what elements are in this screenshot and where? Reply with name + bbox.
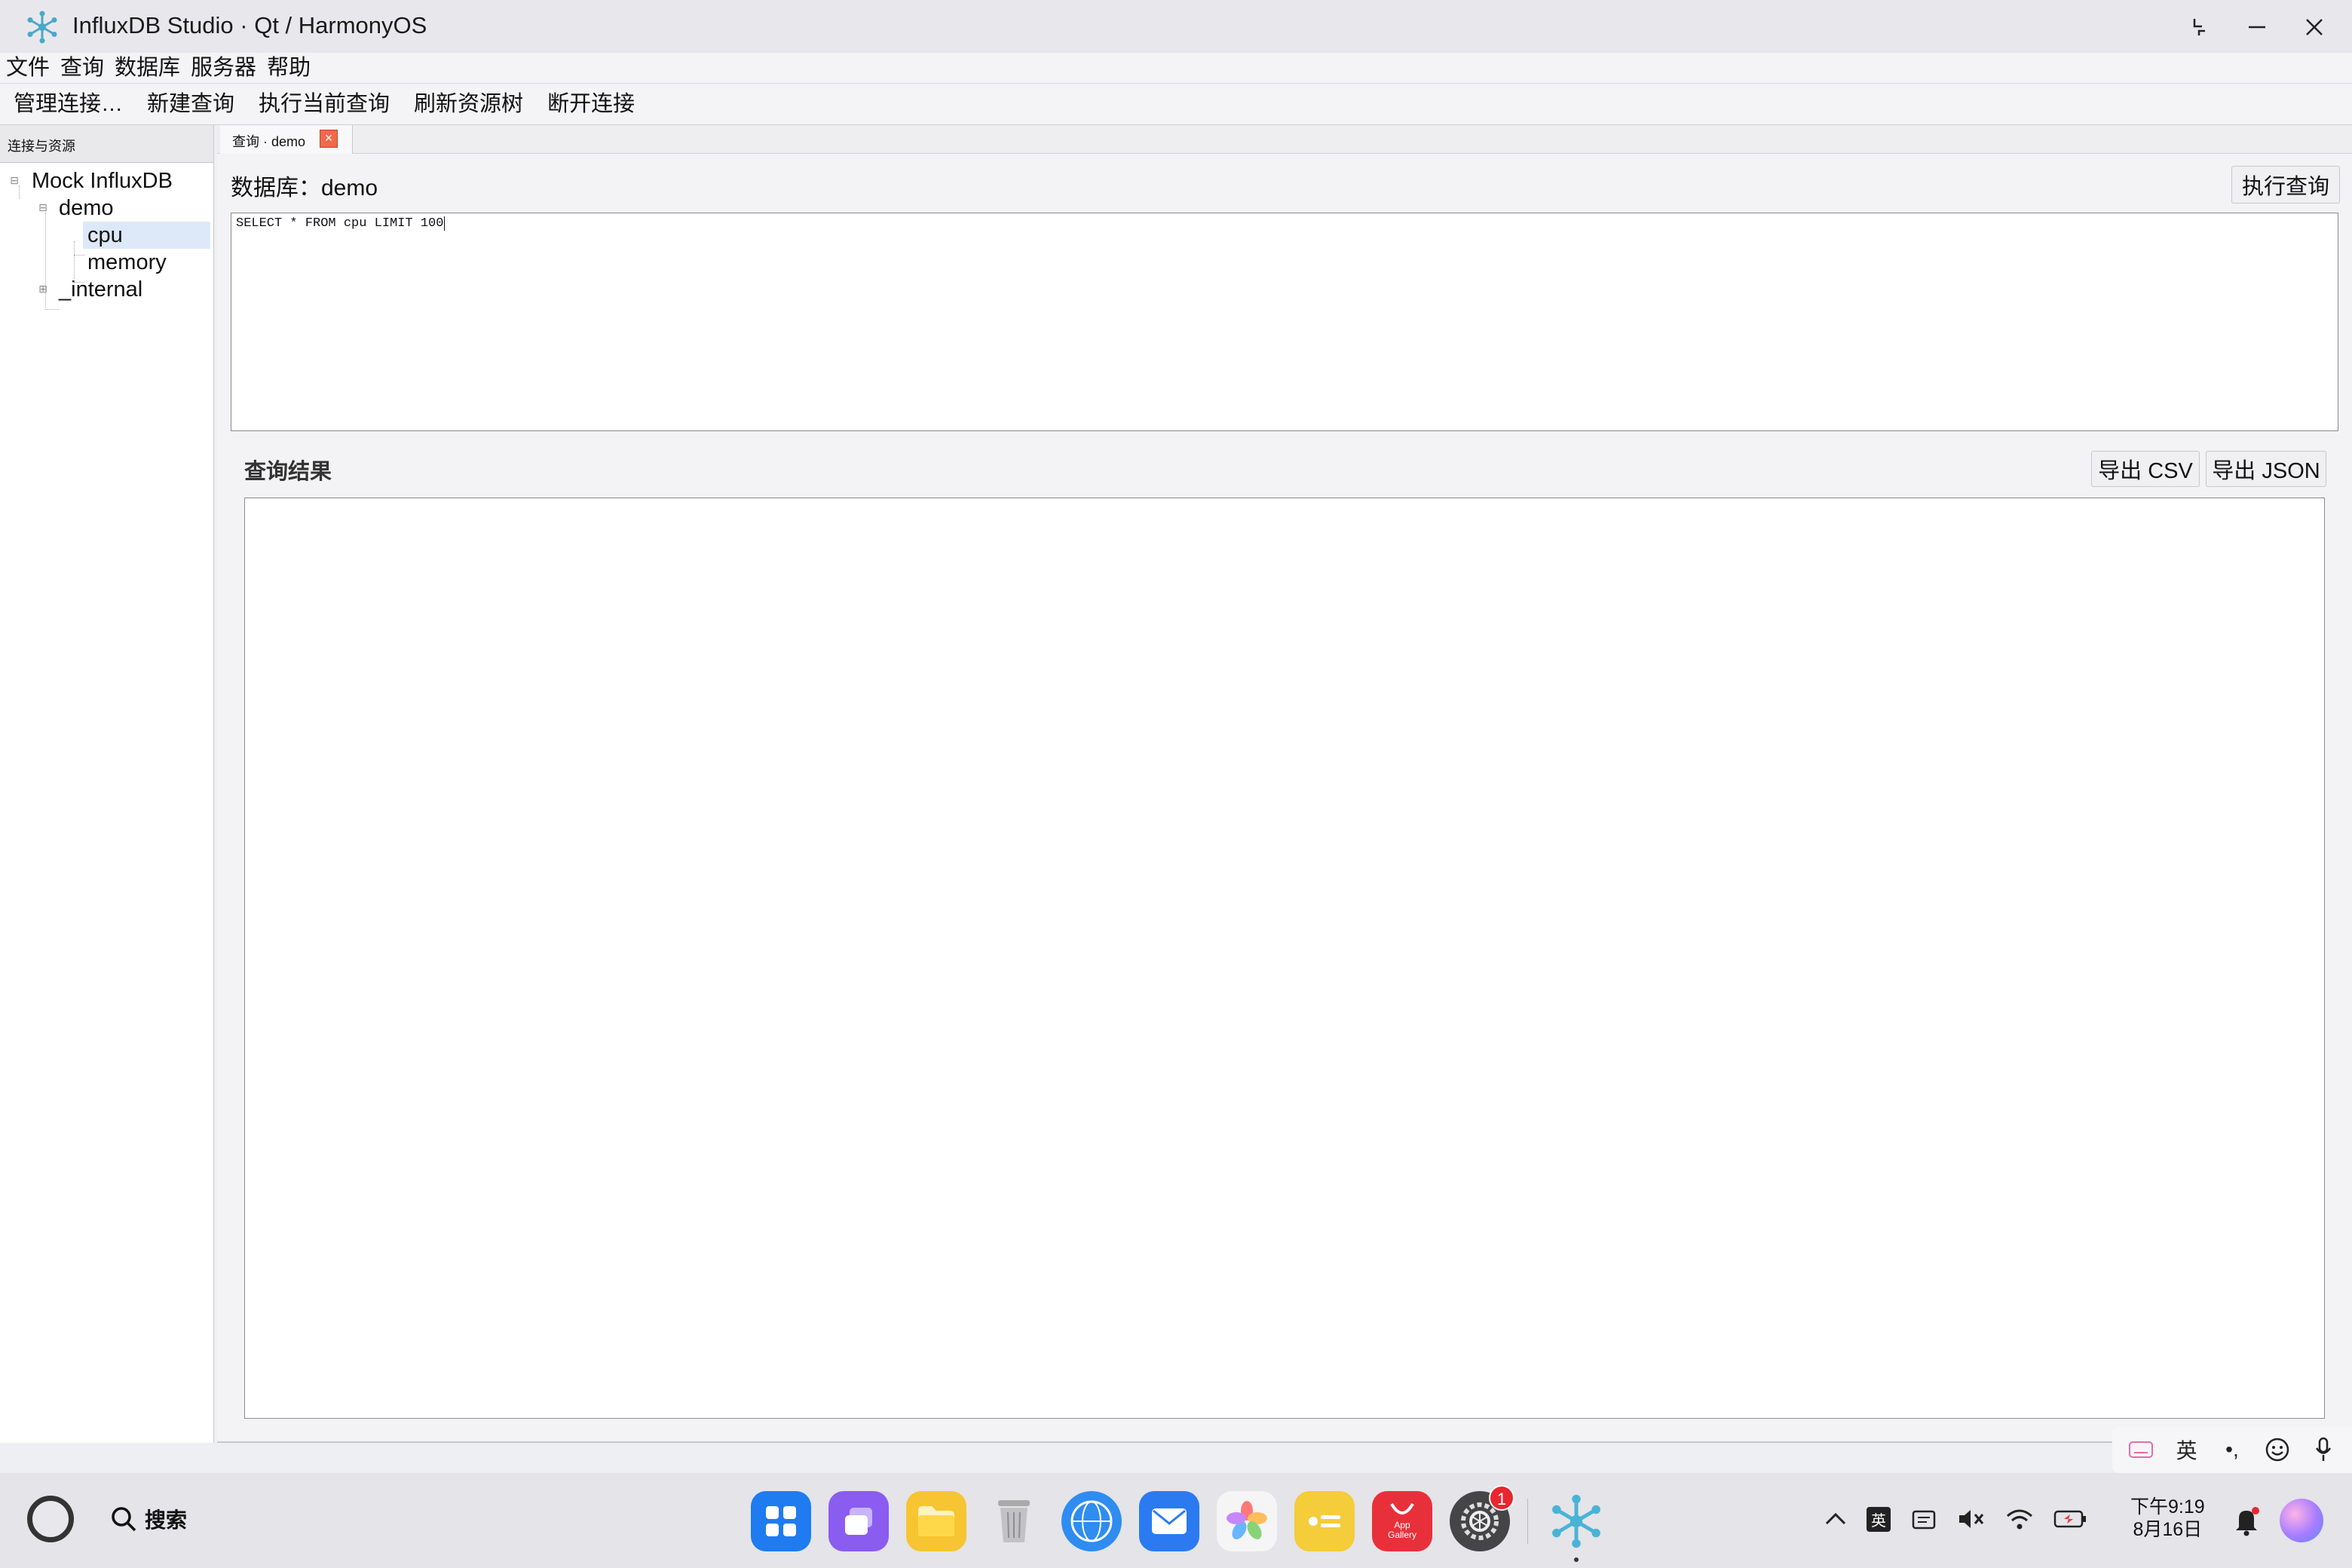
- menu-query[interactable]: 查询: [60, 54, 104, 81]
- resource-panel-header: 连接与资源: [0, 125, 213, 163]
- refresh-tree-button[interactable]: 刷新资源树: [414, 89, 523, 119]
- dock: App Gallery 1: [751, 1485, 1624, 1562]
- export-json-button[interactable]: 导出 JSON: [2206, 451, 2326, 487]
- resource-panel: 连接与资源 ⊟ Mock InfluxDB ⊟ demo cpu memory …: [0, 125, 214, 1443]
- influxdb-studio-icon[interactable]: [1546, 1491, 1606, 1562]
- chevron-up-icon[interactable]: [1824, 1511, 1847, 1527]
- resource-tree: ⊟ Mock InfluxDB ⊟ demo cpu memory ⊞ _int…: [0, 163, 213, 310]
- tree-item-db-internal[interactable]: ⊞ _internal: [0, 276, 213, 303]
- disconnect-button[interactable]: 断开连接: [547, 89, 635, 119]
- new-query-button[interactable]: 新建查询: [147, 89, 234, 119]
- running-indicator: [1574, 1557, 1579, 1562]
- close-button[interactable]: [2298, 11, 2331, 44]
- run-query-button[interactable]: 执行查询: [2231, 166, 2340, 204]
- taskbar: 搜索 App Gallery 1 英 下午9:19 8月16日: [0, 1473, 2352, 1568]
- menu-server[interactable]: 服务器: [191, 54, 256, 81]
- ime-keyboard-icon[interactable]: [2124, 1433, 2158, 1466]
- tree-item-db-demo[interactable]: ⊟ demo: [0, 194, 213, 222]
- gallery-icon[interactable]: [1217, 1491, 1277, 1551]
- search-icon: [112, 1507, 136, 1532]
- close-icon: [2306, 19, 2323, 35]
- clock-time: 下午9:19: [2130, 1496, 2205, 1517]
- minimize-button[interactable]: [2240, 11, 2274, 44]
- ime-toolbar: 英 •,: [2112, 1426, 2352, 1473]
- microphone-icon[interactable]: [2307, 1433, 2340, 1466]
- app-gallery-icon[interactable]: App Gallery: [1372, 1491, 1432, 1551]
- query-workspace: 查询 · demo × 数据库：demo 执行查询 SELECT * FROM …: [217, 125, 2352, 1443]
- launcher-icon[interactable]: [751, 1491, 811, 1551]
- query-editor[interactable]: SELECT * FROM cpu LIMIT 100: [231, 213, 2338, 431]
- window-title: InfluxDB Studio · Qt / HarmonyOS: [72, 12, 427, 38]
- clock[interactable]: 下午9:19 8月16日: [2130, 1496, 2205, 1541]
- query-text: SELECT * FROM cpu LIMIT 100: [236, 216, 444, 231]
- tree-connector: [45, 309, 59, 310]
- tree-item-label: cpu: [87, 223, 123, 247]
- browser-icon[interactable]: [1061, 1491, 1122, 1551]
- menu-database[interactable]: 数据库: [115, 54, 180, 81]
- app-gallery-label: App Gallery: [1387, 1520, 1416, 1540]
- toolbar: 管理连接… 新建查询 执行当前查询 刷新资源树 断开连接: [0, 83, 2352, 125]
- search-label: 搜索: [145, 1508, 188, 1532]
- assistant-orb-icon[interactable]: [2280, 1499, 2323, 1542]
- tab-query-demo[interactable]: 查询 · demo ×: [220, 125, 353, 154]
- tree-item-label: memory: [87, 250, 167, 274]
- clock-date: 8月16日: [2133, 1519, 2203, 1540]
- notification-badge: 1: [1489, 1485, 1514, 1511]
- export-csv-button[interactable]: 导出 CSV: [2091, 451, 2200, 487]
- volume-muted-icon[interactable]: [1957, 1507, 1986, 1531]
- minimize-icon: [2249, 26, 2265, 29]
- tree-item-connection[interactable]: ⊟ Mock InfluxDB: [0, 167, 213, 194]
- taskbar-search[interactable]: 搜索: [110, 1496, 187, 1542]
- menu-help[interactable]: 帮助: [267, 54, 311, 81]
- text-cursor: [444, 216, 446, 231]
- database-label: 数据库：demo: [231, 176, 378, 201]
- app-snowflake-icon: [27, 11, 57, 44]
- restore-button[interactable]: [2183, 11, 2216, 44]
- settings-icon[interactable]: 1: [1450, 1485, 1514, 1551]
- menu-bar: 文件 查询 数据库 服务器 帮助: [0, 53, 2352, 83]
- tab-bar: 查询 · demo ×: [217, 125, 2352, 154]
- wifi-icon[interactable]: [2005, 1507, 2034, 1531]
- tree-item-label: demo: [59, 196, 114, 220]
- trash-icon[interactable]: [984, 1491, 1044, 1551]
- ime-lang-toggle[interactable]: 英: [2170, 1433, 2203, 1466]
- dock-divider: [1527, 1499, 1528, 1544]
- multi-window-icon[interactable]: [828, 1491, 889, 1551]
- tree-item-label: Mock InfluxDB: [32, 169, 173, 193]
- notes-icon[interactable]: [1294, 1491, 1355, 1551]
- tab-close-icon[interactable]: ×: [320, 130, 338, 148]
- collapse-icon[interactable]: ⊟: [38, 202, 48, 213]
- tab-label: 查询 · demo: [232, 134, 306, 149]
- run-current-query-button[interactable]: 执行当前查询: [259, 89, 390, 119]
- tray-lang-indicator[interactable]: 英: [1867, 1506, 1891, 1532]
- files-icon[interactable]: [906, 1491, 966, 1551]
- battery-icon[interactable]: [2053, 1508, 2087, 1530]
- punctuation-icon[interactable]: •,: [2216, 1433, 2249, 1466]
- menu-file[interactable]: 文件: [6, 54, 50, 81]
- expand-icon[interactable]: ⊞: [38, 283, 48, 294]
- emoji-icon[interactable]: [2261, 1433, 2294, 1466]
- restore-icon: [2193, 19, 2205, 35]
- results-table[interactable]: [244, 498, 2325, 1419]
- title-bar: InfluxDB Studio · Qt / HarmonyOS: [0, 0, 2352, 53]
- clipboard-icon[interactable]: [1910, 1507, 1937, 1531]
- mail-icon[interactable]: [1139, 1491, 1199, 1551]
- tree-item-label: _internal: [59, 277, 143, 302]
- results-title: 查询结果: [244, 460, 332, 484]
- notification-bell-icon[interactable]: [2233, 1506, 2260, 1540]
- collapse-icon[interactable]: ⊟: [9, 175, 20, 185]
- tree-item-measurement-cpu[interactable]: cpu: [83, 222, 210, 249]
- start-button[interactable]: [27, 1496, 74, 1542]
- manage-connections-button[interactable]: 管理连接…: [14, 89, 123, 119]
- tree-item-measurement-memory[interactable]: memory: [0, 249, 213, 276]
- status-bar: [217, 1441, 2352, 1443]
- system-tray: 英: [1824, 1500, 2106, 1538]
